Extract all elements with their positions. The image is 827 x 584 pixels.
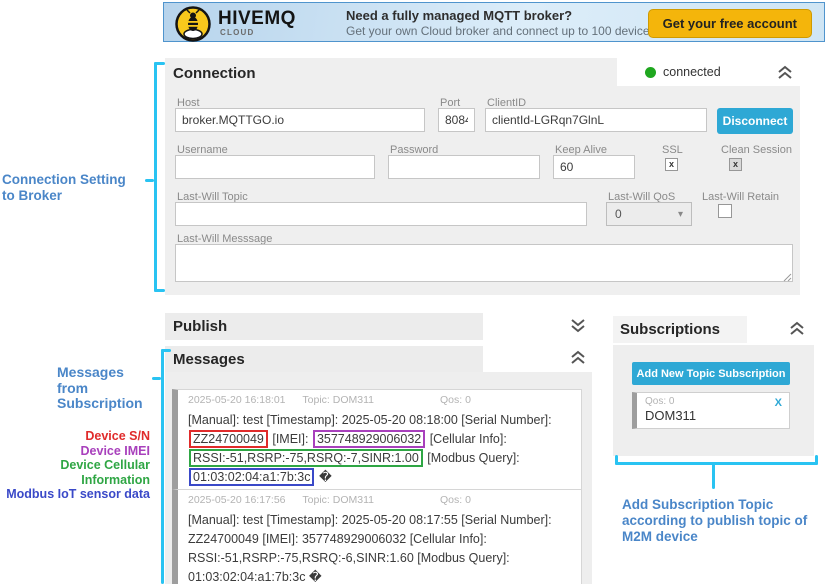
chevron-down-icon: ▾ [678, 209, 683, 220]
subscriptions-section: Subscriptions Add New Topic Subscription… [613, 316, 814, 456]
annotation-line: Add Subscription Topic [622, 497, 807, 513]
remove-subscription-icon[interactable]: X [775, 397, 782, 409]
last-will-message-textarea[interactable] [175, 244, 793, 282]
message-topic: Topic: DOM311 [302, 494, 374, 506]
expand-publish-icon[interactable] [569, 318, 587, 333]
payload-text: � [315, 470, 331, 484]
disconnect-button[interactable]: Disconnect [717, 108, 793, 134]
last-will-topic-input[interactable] [175, 202, 587, 226]
message-qos: Qos: 0 [440, 494, 471, 506]
connection-status-text: connected [663, 65, 721, 79]
subscriptions-brace-pointer [712, 462, 715, 489]
message-payload: [Manual]: test [Timestamp]: 2025-05-20 0… [188, 411, 573, 487]
serial-number-value: ZZ24700049 [189, 430, 268, 448]
subscriptions-header: Subscriptions [613, 316, 747, 343]
messages-title: Messages [173, 351, 245, 368]
banner-headline: Need a fully managed MQTT broker? [346, 8, 572, 23]
legend-cellular-info: Device Cellular Information [0, 458, 150, 487]
annotation-line: to Broker [2, 188, 126, 204]
add-subscription-button[interactable]: Add New Topic Subscription [632, 362, 790, 385]
messages-list: 2025-05-20 16:18:01 Topic: DOM311 Qos: 0… [165, 372, 592, 584]
message-card[interactable]: 2025-05-20 16:18:01 Topic: DOM311 Qos: 0… [172, 389, 582, 494]
connection-brace-bottom-tick [154, 289, 165, 292]
payload-text: [Manual]: test [Timestamp]: 2025-05-20 0… [188, 513, 555, 584]
keep-alive-input[interactable] [553, 155, 635, 179]
message-timestamp: 2025-05-20 16:18:01 [188, 394, 286, 406]
hivemq-logo-icon [174, 5, 212, 43]
cellular-info-value: RSSI:-51,RSRP:-75,RSRQ:-7,SINR:1.00 [189, 449, 423, 467]
messages-brace-top-tick [161, 349, 171, 352]
host-input[interactable] [175, 108, 425, 132]
legend-modbus-data: Modbus IoT sensor data [0, 487, 150, 502]
connection-brace-pointer [145, 179, 154, 182]
connection-title: Connection [173, 65, 256, 82]
subscriptions-annotation: Add Subscription Topic according to publ… [622, 497, 807, 545]
messages-brace-pointer [152, 377, 161, 380]
message-topic: Topic: DOM311 [302, 394, 374, 406]
payload-text: [Manual]: test [Timestamp]: 2025-05-20 0… [188, 413, 555, 427]
connection-brace-top-tick [154, 62, 165, 65]
legend-device-imei: Device IMEI [0, 444, 150, 459]
modbus-query-value: 01:03:02:04:a1:7b:3c [189, 468, 314, 486]
annotation-line: according to publish topic of [622, 513, 807, 529]
get-free-account-button[interactable]: Get your free account [648, 9, 812, 38]
message-card[interactable]: 2025-05-20 16:17:56 Topic: DOM311 Qos: 0… [172, 489, 582, 584]
message-meta: 2025-05-20 16:18:01 Topic: DOM311 Qos: 0 [188, 394, 573, 407]
annotation-line: M2M device [622, 529, 807, 545]
hivemq-logo-title: HIVEMQ [218, 8, 296, 30]
last-will-retain-checkbox[interactable] [718, 204, 732, 218]
connection-brace [154, 62, 157, 292]
client-id-input[interactable] [485, 108, 707, 132]
message-payload: [Manual]: test [Timestamp]: 2025-05-20 0… [188, 511, 573, 584]
annotation-line: from [57, 381, 143, 397]
connection-annotation: Connection Setting to Broker [2, 172, 126, 204]
legend-device-sn: Device S/N [0, 429, 150, 444]
messages-header: Messages [165, 346, 483, 372]
subscriptions-brace [615, 462, 818, 465]
port-input[interactable] [438, 108, 475, 132]
messages-brace [161, 349, 164, 584]
subscription-topic: DOM311 [645, 408, 783, 423]
message-qos: Qos: 0 [440, 394, 471, 406]
mqtt-client-page: HIVEMQ CLOUD Need a fully managed MQTT b… [0, 0, 827, 584]
ssl-label: SSL [662, 144, 683, 156]
last-will-qos-value: 0 [615, 207, 622, 221]
imei-value: 357748929006032 [313, 430, 425, 448]
messages-annotation: Messages from Subscription [57, 365, 143, 412]
hivemq-banner: HIVEMQ CLOUD Need a fully managed MQTT b… [163, 2, 825, 42]
username-input[interactable] [175, 155, 375, 179]
publish-title: Publish [173, 318, 227, 335]
message-timestamp: 2025-05-20 16:17:56 [188, 494, 286, 506]
payload-legend: Device S/N Device IMEI Device Cellular I… [0, 429, 150, 502]
subscriptions-title: Subscriptions [620, 321, 720, 338]
connected-status-dot [645, 67, 656, 78]
annotation-line: Subscription [57, 396, 143, 412]
connection-status-area: connected [617, 58, 800, 86]
subscription-qos: Qos: 0 [645, 396, 783, 407]
subscriptions-brace-left-tick [615, 455, 618, 465]
last-will-retain-label: Last-Will Retain [702, 191, 779, 203]
annotation-line: Connection Setting [2, 172, 126, 188]
annotation-line: Messages [57, 365, 143, 381]
resize-handle-icon[interactable] [783, 273, 792, 282]
password-input[interactable] [388, 155, 540, 179]
payload-text: [Modbus Query]: [424, 451, 523, 465]
last-will-qos-select[interactable]: 0 ▾ [606, 202, 692, 226]
publish-header: Publish [165, 313, 483, 340]
collapse-messages-icon[interactable] [569, 350, 587, 365]
subscriptions-brace-right-tick [815, 455, 818, 465]
clean-session-label: Clean Session [721, 144, 792, 156]
payload-text: [Cellular Info]: [426, 432, 510, 446]
hivemq-logo-subtitle: CLOUD [220, 28, 254, 37]
ssl-checkbox[interactable]: x [665, 158, 678, 171]
clean-session-checkbox[interactable]: x [729, 158, 742, 171]
payload-text: [IMEI]: [269, 432, 312, 446]
collapse-subscriptions-icon[interactable] [788, 321, 806, 336]
collapse-connection-icon[interactable] [776, 65, 794, 80]
message-meta: 2025-05-20 16:17:56 Topic: DOM311 Qos: 0 [188, 494, 573, 507]
connection-section: Connection connected Host Port ClientID … [165, 58, 800, 295]
subscription-item: Qos: 0 X DOM311 [632, 392, 790, 429]
